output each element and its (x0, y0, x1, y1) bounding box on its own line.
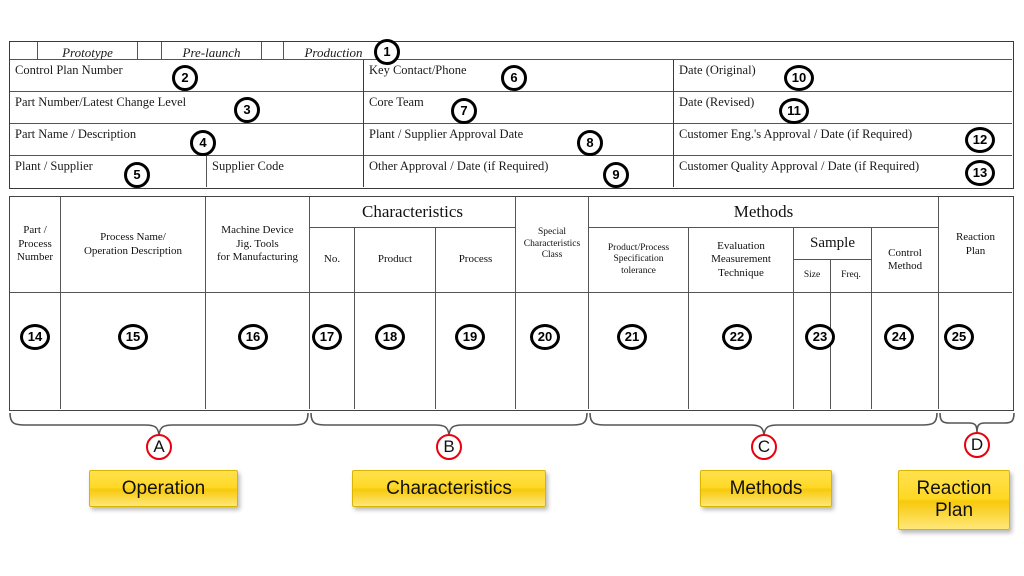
control-plan-table: Characteristics Methods Part / Process N… (9, 196, 1014, 411)
field-customer-quality-approval[interactable]: Customer Quality Approval / Date (if Req… (674, 156, 1012, 187)
col-header-sample-freq: Freq. (831, 260, 872, 293)
prototype-checkbox[interactable] (10, 42, 38, 60)
col-label-process-name-operation: Process Name/ Operation Description (83, 231, 183, 257)
col-header-part-process-number: Part / Process Number (10, 197, 61, 293)
control-plan-header: Prototype Pre-launch Production Control … (9, 41, 1014, 189)
cell-control-method[interactable] (872, 293, 939, 409)
phase-label-production: Production (284, 42, 384, 60)
callout-16: 16 (238, 324, 268, 350)
callout-17: 17 (312, 324, 342, 350)
cell-no[interactable] (310, 293, 355, 409)
col-header-machine-device: Machine Device Jig. Tools for Manufactur… (206, 197, 310, 293)
field-core-team[interactable]: Core Team (364, 92, 674, 124)
callout-12: 12 (965, 127, 995, 153)
section-box-reaction-plan-label: Reaction Plan (916, 478, 992, 521)
callout-13: 13 (965, 160, 995, 186)
cell-reaction-plan[interactable] (939, 293, 1012, 409)
section-letter-a: A (146, 434, 172, 460)
cell-evaluation-measurement[interactable] (689, 293, 794, 409)
col-label-evaluation-measurement: Evaluation Measurement Technique (711, 239, 771, 279)
col-header-special-characteristics-class: Special Characteristics Class (516, 197, 589, 293)
col-header-no: No. (310, 228, 355, 293)
section-box-characteristics[interactable]: Characteristics (352, 470, 546, 507)
callout-10: 10 (784, 65, 814, 91)
section-letter-c: C (751, 434, 777, 460)
prelaunch-checkbox[interactable] (138, 42, 162, 60)
cell-product-process-spec[interactable] (589, 293, 689, 409)
field-plant-supplier-approval-date[interactable]: Plant / Supplier Approval Date (364, 124, 674, 156)
field-part-name-description[interactable]: Part Name / Description (10, 124, 364, 156)
col-header-sample-size: Size (794, 260, 831, 293)
col-label-machine-device: Machine Device Jig. Tools for Manufactur… (217, 224, 298, 264)
col-label-reaction-plan: Reaction Plan (955, 231, 996, 257)
col-label-part-process-number: Part / Process Number (16, 224, 54, 264)
col-header-control-method: Control Method (872, 228, 939, 293)
callout-25: 25 (944, 324, 974, 350)
cell-process-name-operation[interactable] (61, 293, 206, 409)
field-date-original[interactable]: Date (Original) (674, 60, 1012, 92)
section-box-methods[interactable]: Methods (700, 470, 832, 507)
callout-8: 8 (577, 130, 603, 156)
callout-19: 19 (455, 324, 485, 350)
field-plant-supplier[interactable]: Plant / Supplier (10, 156, 207, 187)
section-letter-b: B (436, 434, 462, 460)
callout-9: 9 (603, 162, 629, 188)
callout-20: 20 (530, 324, 560, 350)
phase-row-filler (384, 42, 1012, 60)
col-label-special-characteristics-class: Special Characteristics Class (523, 227, 581, 261)
callout-6: 6 (501, 65, 527, 91)
cell-sample-freq[interactable] (831, 293, 872, 409)
callout-11: 11 (779, 98, 809, 124)
group-header-sample: Sample (794, 228, 872, 260)
phase-label-prototype: Prototype (38, 42, 138, 60)
col-header-reaction-plan: Reaction Plan (939, 197, 1012, 293)
callout-21: 21 (617, 324, 647, 350)
callout-5: 5 (124, 162, 150, 188)
field-date-revised[interactable]: Date (Revised) (674, 92, 1012, 124)
callout-4: 4 (190, 130, 216, 156)
field-part-number-change-level[interactable]: Part Number/Latest Change Level (10, 92, 364, 124)
callout-3: 3 (234, 97, 260, 123)
cell-special-characteristics-class[interactable] (516, 293, 589, 409)
callout-22: 22 (722, 324, 752, 350)
cell-machine-device[interactable] (206, 293, 310, 409)
col-label-control-method: Control Method (887, 246, 923, 272)
section-box-operation[interactable]: Operation (89, 470, 238, 507)
field-customer-eng-approval[interactable]: Customer Eng.'s Approval / Date (if Requ… (674, 124, 1012, 156)
callout-18: 18 (375, 324, 405, 350)
callout-2: 2 (172, 65, 198, 91)
production-checkbox[interactable] (262, 42, 284, 60)
section-letter-d: D (964, 432, 990, 458)
callout-23: 23 (805, 324, 835, 350)
callout-1: 1 (374, 39, 400, 65)
phase-label-prelaunch: Pre-launch (162, 42, 262, 60)
control-plan-diagram: Prototype Pre-launch Production Control … (0, 0, 1024, 576)
col-header-process: Process (436, 228, 516, 293)
cell-product[interactable] (355, 293, 436, 409)
col-header-product: Product (355, 228, 436, 293)
group-header-characteristics: Characteristics (310, 197, 516, 228)
section-box-reaction-plan[interactable]: Reaction Plan (898, 470, 1010, 530)
col-label-product-process-spec: Product/Process Specification tolerance (607, 242, 670, 276)
col-header-evaluation-measurement: Evaluation Measurement Technique (689, 228, 794, 293)
col-header-process-name-operation: Process Name/ Operation Description (61, 197, 206, 293)
callout-14: 14 (20, 324, 50, 350)
cell-sample-size[interactable] (794, 293, 831, 409)
callout-24: 24 (884, 324, 914, 350)
field-supplier-code[interactable]: Supplier Code (207, 156, 364, 187)
col-header-product-process-spec: Product/Process Specification tolerance (589, 228, 689, 293)
cell-part-process-number[interactable] (10, 293, 61, 409)
group-header-methods: Methods (589, 197, 939, 228)
cell-process[interactable] (436, 293, 516, 409)
callout-15: 15 (118, 324, 148, 350)
callout-7: 7 (451, 98, 477, 124)
